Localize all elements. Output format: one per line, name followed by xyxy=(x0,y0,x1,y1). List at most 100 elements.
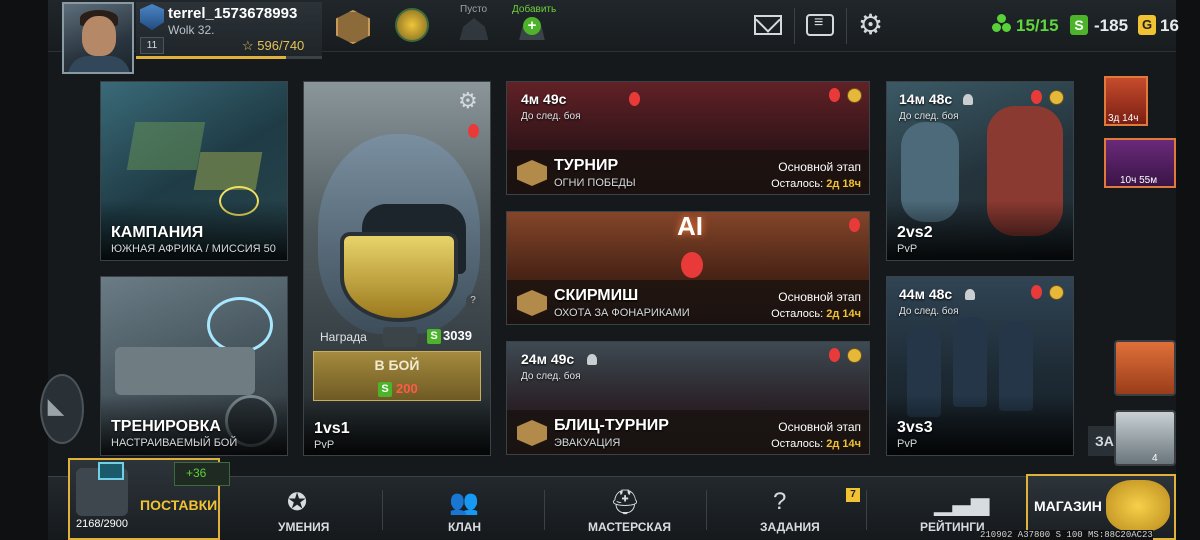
pvp-3v3-timer: 44м 48с xyxy=(899,286,953,302)
battle-cost: 200 xyxy=(396,381,418,396)
help-icon[interactable]: ? xyxy=(466,294,480,308)
nav-skills[interactable]: УМЕНИЯ xyxy=(278,520,329,534)
bell-icon[interactable] xyxy=(965,289,975,300)
star-medal-icon[interactable] xyxy=(395,8,429,42)
remaining-label: Осталось: xyxy=(771,178,824,190)
offer-cards-timer: 10ч 55м xyxy=(1120,175,1158,186)
tournament-card[interactable]: 4м 49с До след. боя ТУРНИР ОГНИ ПОБЕДЫ О… xyxy=(506,81,870,195)
blitz-card[interactable]: 24м 49с До след. боя БЛИЦ-ТУРНИР ЭВАКУАЦ… xyxy=(506,341,870,455)
nav-workshop[interactable]: МАСТЕРСКАЯ xyxy=(588,520,671,534)
training-card[interactable]: ТРЕНИРОВКА НАСТРАИВАЕМЫЙ БОЙ xyxy=(100,276,288,456)
remaining-value: 2д 14ч xyxy=(826,308,861,320)
hud-ring-icon xyxy=(207,297,273,353)
chat-icon[interactable] xyxy=(806,14,834,36)
pvp-3v3-subtitle: PvP xyxy=(897,438,918,450)
crate-silver-button[interactable] xyxy=(1114,410,1176,466)
lantern-icon xyxy=(829,348,840,362)
officer-image xyxy=(953,317,987,407)
skills-star-icon[interactable]: ✪ xyxy=(287,488,307,517)
battle-button-label[interactable]: В БОЙ xyxy=(313,357,481,373)
lantern-icon xyxy=(629,92,640,106)
remaining-label: Осталось: xyxy=(771,308,824,320)
tasks-question-icon[interactable]: ? xyxy=(773,488,786,516)
reward-label: Награда xyxy=(320,330,367,344)
pvp-3v3-title: 3vs3 xyxy=(897,419,933,436)
settings-gear-icon[interactable]: ⚙ xyxy=(858,8,883,41)
lantern-icon xyxy=(681,252,703,278)
crate-orange-button[interactable] xyxy=(1114,340,1176,396)
debug-info: 210902 A37800 S 100 MS:88C20AC23 xyxy=(980,530,1153,540)
divider xyxy=(706,490,707,530)
energy-dot xyxy=(997,14,1006,23)
remaining-value: 2д 14ч xyxy=(826,438,861,450)
flag-icon xyxy=(847,348,862,363)
tournament-timer: 4м 49с xyxy=(521,91,567,107)
skirmish-subtitle: ОХОТА ЗА ФОНАРИКАМИ xyxy=(554,307,690,319)
divider xyxy=(866,490,867,530)
tournament-remaining: Осталось: 2д 18ч xyxy=(771,178,861,190)
skirmish-remaining: Осталось: 2д 14ч xyxy=(771,308,861,320)
pvp-2v2-timer-label: До след. боя xyxy=(899,111,959,122)
lantern-icon xyxy=(1031,90,1042,104)
map-terrain xyxy=(126,122,206,170)
avatar-uniform xyxy=(68,56,130,72)
bell-icon[interactable] xyxy=(587,354,597,365)
xp-bar-fill xyxy=(136,56,286,59)
right-screen-edge xyxy=(1176,0,1200,540)
empty-slot-label: Пусто xyxy=(460,4,488,15)
ai-label: AI xyxy=(677,211,703,241)
pvp-2v2-subtitle: PvP xyxy=(897,243,918,255)
nav-tasks[interactable]: ЗАДАНИЯ xyxy=(760,520,820,534)
tournament-stage: Основной этап xyxy=(778,160,861,174)
gold-value: 16 xyxy=(1160,16,1179,35)
blitz-remaining: Осталось: 2д 14ч xyxy=(771,438,861,450)
supplies-label: ПОСТАВКИ xyxy=(140,497,218,513)
pvp-2v2-title: 2vs2 xyxy=(897,224,933,241)
nav-clan[interactable]: КЛАН xyxy=(448,520,481,534)
side-partial-label: ЗА xyxy=(1095,433,1114,449)
ratings-bars-icon[interactable]: ▁▃▅ xyxy=(934,488,989,517)
workshop-helmet-icon[interactable]: ⛑ xyxy=(610,488,640,517)
energy-dot xyxy=(1002,23,1011,32)
reward-icon xyxy=(383,327,417,347)
clan-people-icon[interactable]: 👥 xyxy=(449,488,479,517)
bell-icon[interactable] xyxy=(963,94,973,105)
training-subtitle: НАСТРАИВАЕМЫЙ БОЙ xyxy=(111,437,238,449)
training-title: ТРЕНИРОВКА xyxy=(111,418,221,435)
plus-icon[interactable]: + xyxy=(523,17,541,35)
blitz-stage: Основной этап xyxy=(778,420,861,434)
lantern-icon xyxy=(829,88,840,102)
pvp-2v2-card[interactable]: 14м 48с До след. боя 2vs2 PvP xyxy=(886,81,1074,261)
gold-coins-icon xyxy=(1106,480,1170,532)
flag-icon xyxy=(1049,285,1064,300)
xp-value: 596/740 xyxy=(257,38,305,53)
campaign-title: КАМПАНИЯ xyxy=(111,224,204,241)
campaign-subtitle: ЮЖНАЯ АФРИКА / МИССИЯ 50 xyxy=(111,243,276,255)
pvp-3v3-card[interactable]: 44м 48с До след. боя 3vs3 PvP xyxy=(886,276,1074,456)
divider xyxy=(382,490,383,530)
username: terrel_1573678993 xyxy=(168,5,298,22)
mail-icon[interactable] xyxy=(754,15,782,35)
tournament-timer-label: До след. боя xyxy=(521,111,581,122)
gold-icon: G xyxy=(1138,15,1156,35)
blitz-timer: 24м 49с xyxy=(521,351,575,367)
nav-ratings[interactable]: РЕЙТИНГИ xyxy=(920,520,985,534)
xp-counter: ☆ 596/740 xyxy=(242,38,304,54)
crate-count: 4 xyxy=(1152,453,1158,464)
blitz-title: БЛИЦ-ТУРНИР xyxy=(554,417,669,434)
divider xyxy=(544,490,545,530)
silver-icon: S xyxy=(1070,15,1088,35)
lantern-icon xyxy=(849,218,860,232)
skirmish-stage: Основной этап xyxy=(778,290,861,304)
pvp-2v2-timer: 14м 48с xyxy=(899,91,953,107)
gear-icon[interactable]: ⚙ xyxy=(458,88,478,114)
player-avatar[interactable] xyxy=(62,2,134,74)
tasks-badge: 7 xyxy=(846,488,860,502)
energy-dot xyxy=(992,23,1001,32)
avatar-face xyxy=(82,16,116,56)
silver-icon: S xyxy=(378,382,392,397)
campaign-card[interactable]: КАМПАНИЯ ЮЖНАЯ АФРИКА / МИССИЯ 50 xyxy=(100,81,288,261)
offer-lantern-timer: 3д 14ч xyxy=(1108,113,1139,124)
star-icon: ☆ xyxy=(242,38,254,53)
divider xyxy=(794,8,795,44)
